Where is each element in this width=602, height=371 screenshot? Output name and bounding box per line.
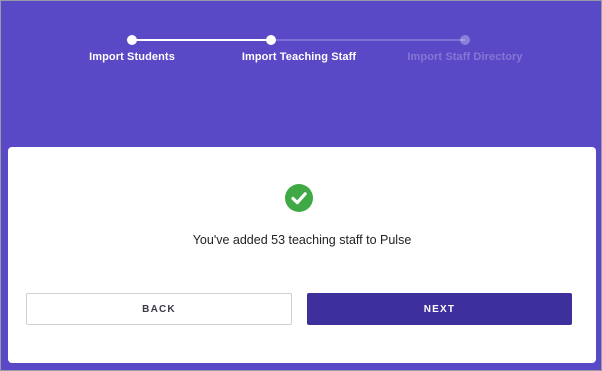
step-dot-import-students (127, 35, 137, 45)
confirmation-card: You've added 53 teaching staff to Pulse … (8, 147, 596, 363)
progress-stepper: Import Students Import Teaching Staff Im… (1, 1, 601, 81)
step-label-import-students: Import Students (89, 51, 175, 63)
check-circle-icon (285, 184, 313, 212)
import-wizard: Import Students Import Teaching Staff Im… (0, 0, 602, 371)
next-button[interactable]: NEXT (307, 293, 572, 325)
step-dot-import-teaching-staff (266, 35, 276, 45)
stepper-track-complete (132, 39, 271, 41)
step-label-import-teaching-staff: Import Teaching Staff (241, 51, 357, 63)
success-message: You've added 53 teaching staff to Pulse (192, 233, 412, 247)
step-dot-import-staff-directory (460, 35, 470, 45)
back-button[interactable]: BACK (26, 293, 292, 325)
stepper-track-remaining (271, 39, 465, 41)
step-label-import-staff-directory: Import Staff Directory (407, 51, 523, 63)
